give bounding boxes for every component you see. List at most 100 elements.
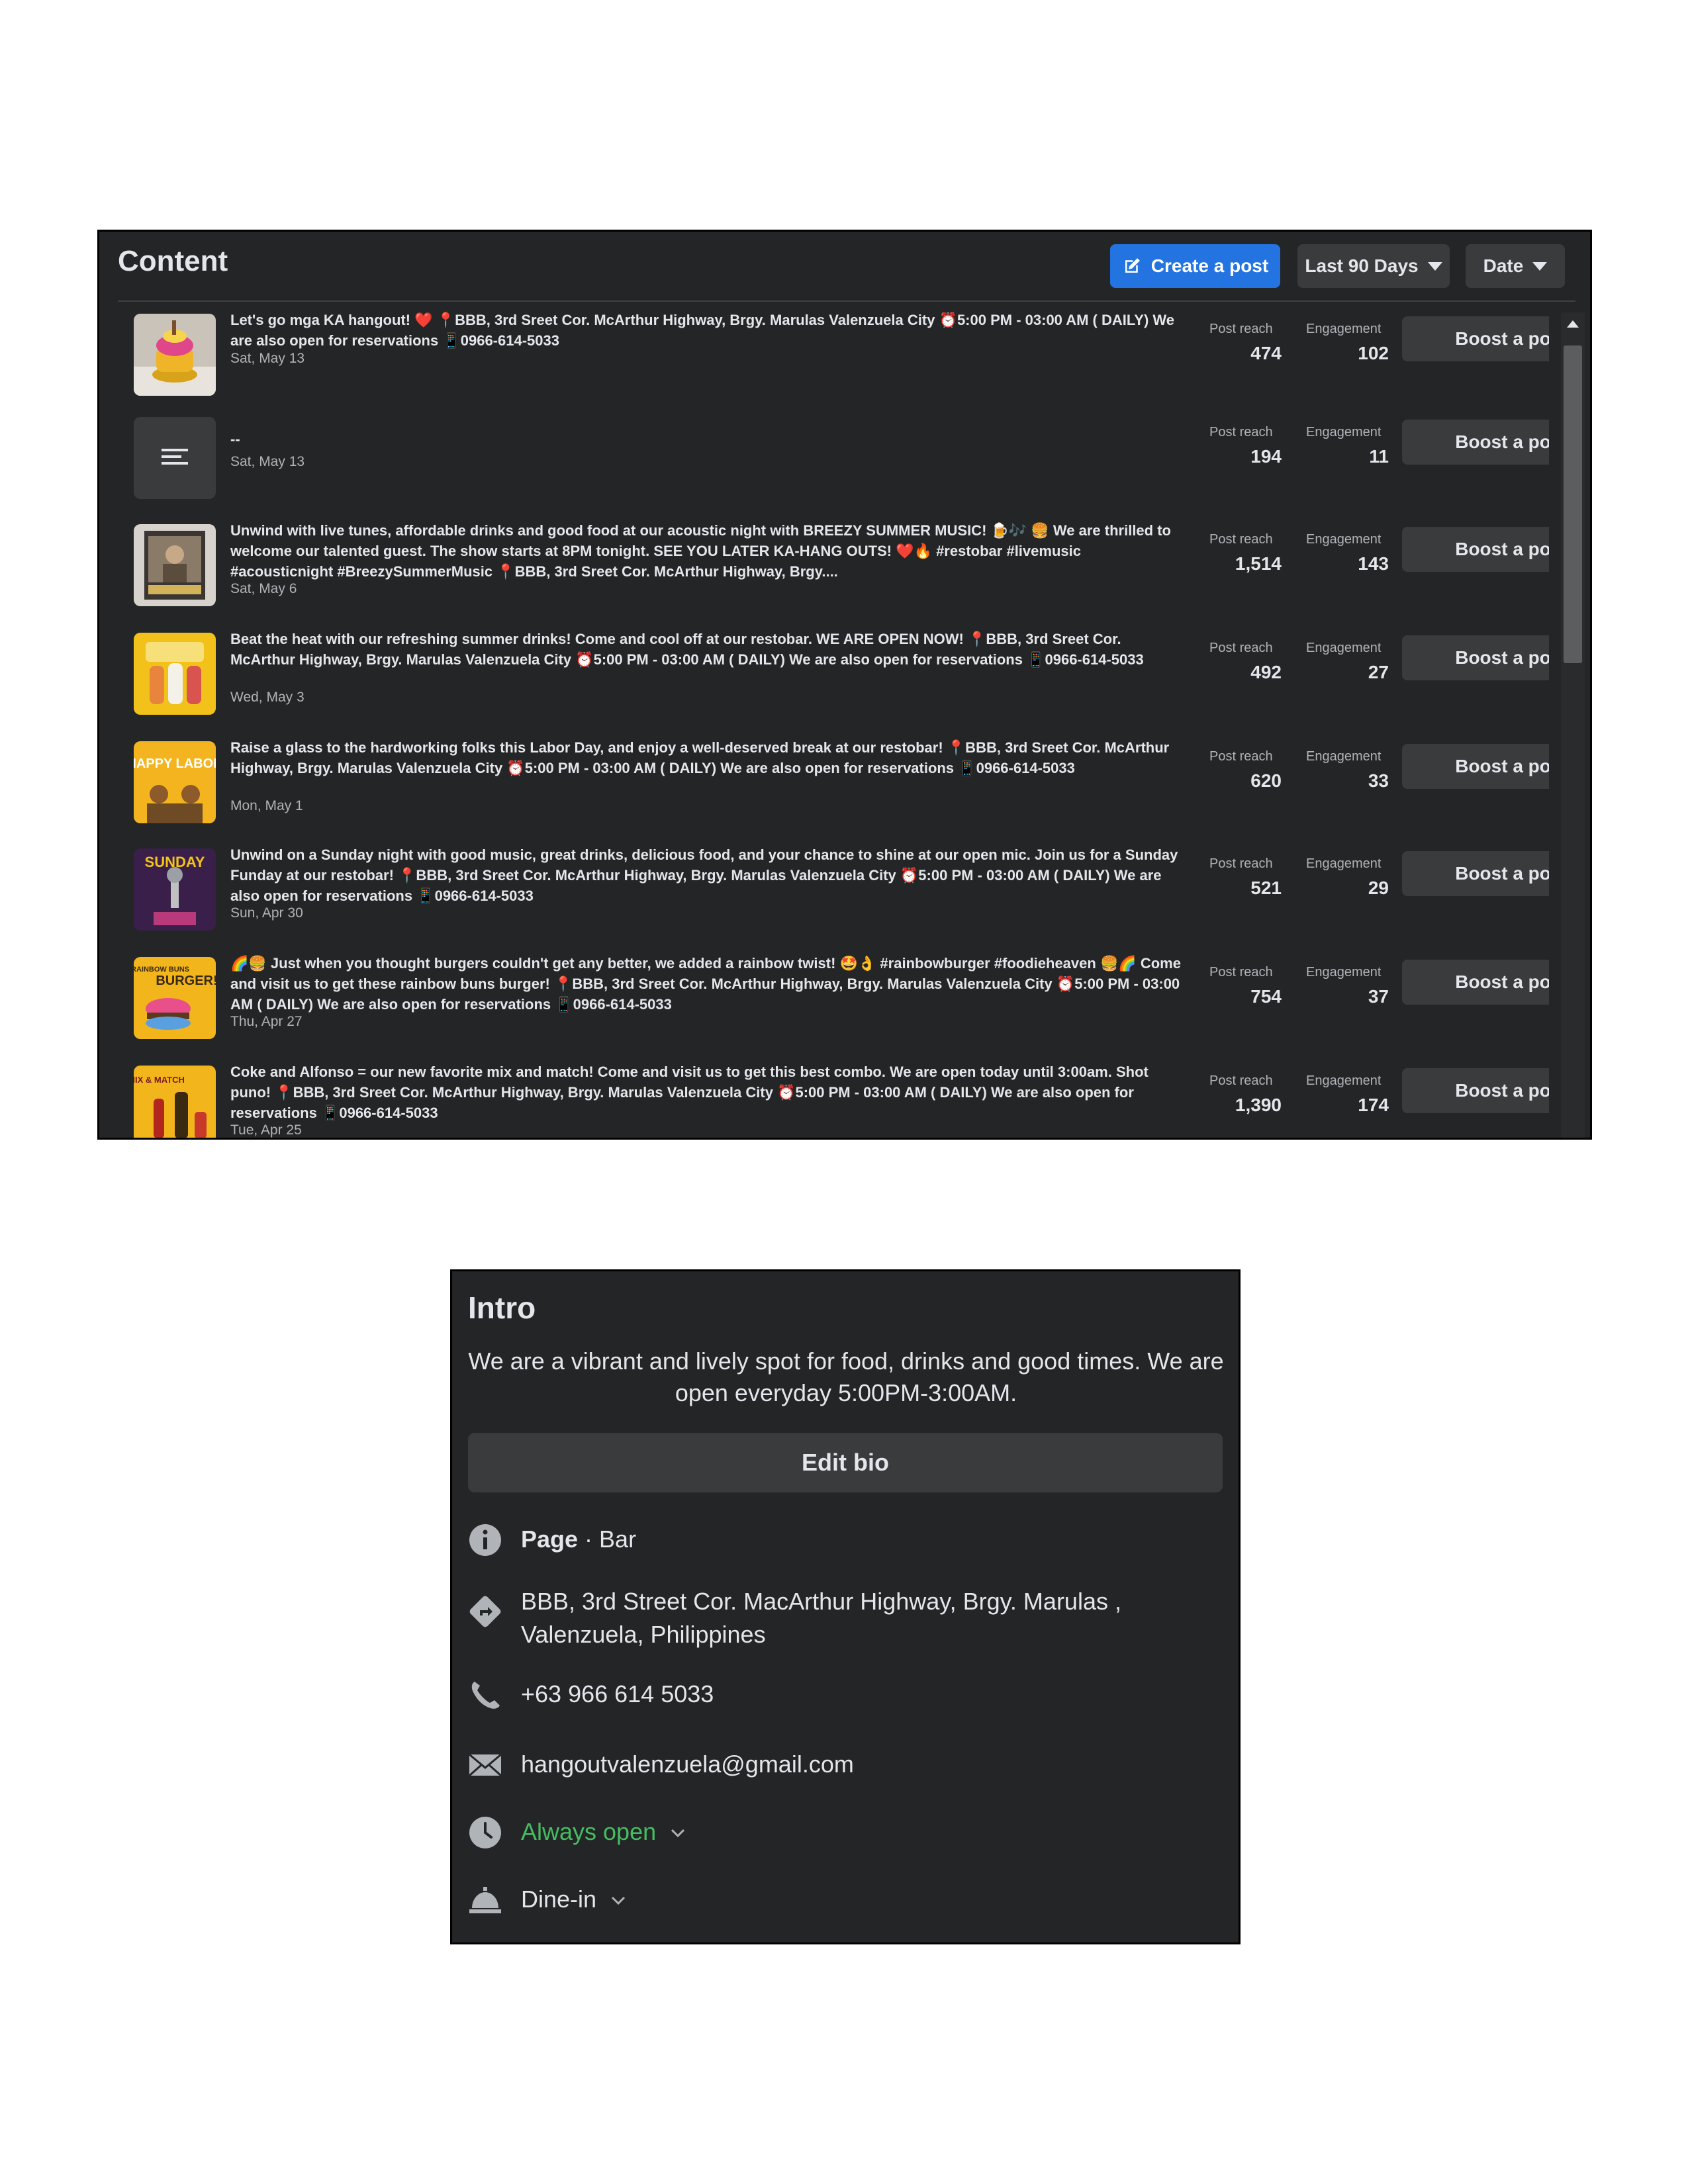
post-thumbnail[interactable]: MIX & MATCH <box>134 1066 216 1138</box>
boost-post-button[interactable]: Boost a post <box>1402 744 1549 789</box>
boost-post-button[interactable]: Boost a post <box>1402 635 1549 680</box>
post-text: Unwind on a Sunday night with good music… <box>230 846 1178 904</box>
post-reach-label: Post reach <box>1209 532 1273 547</box>
info-icon <box>469 1524 501 1556</box>
post-row[interactable]: Let's go mga KA hangout! ❤️ 📍BBB, 3rd Sr… <box>99 308 1549 416</box>
engagement-label: Engagement <box>1306 965 1382 979</box>
post-reach-value: 620 <box>1250 770 1282 791</box>
directions-icon <box>469 1596 501 1627</box>
caret-down-icon <box>1532 261 1548 271</box>
engagement-label: Engagement <box>1306 749 1382 764</box>
thumbnail-caption: MIX & MATCH <box>134 1075 185 1085</box>
caret-down-icon <box>1427 261 1442 271</box>
chevron-down-icon[interactable] <box>611 1896 626 1905</box>
edit-bio-button[interactable]: Edit bio <box>468 1433 1223 1492</box>
scrollbar[interactable] <box>1561 312 1585 1138</box>
intro-email-text[interactable]: hangoutvalenzuela@gmail.com <box>521 1748 1209 1781</box>
phone-icon <box>471 1682 500 1709</box>
post-reach-value: 194 <box>1250 446 1282 467</box>
post-reach-value: 1,390 <box>1235 1095 1282 1115</box>
post-date: Wed, May 3 <box>230 690 305 705</box>
post-row[interactable]: MIX & MATCH Coke and Alfonso = our new f… <box>99 1060 1549 1138</box>
post-row[interactable]: RAINBOW BUNS BURGER! 🌈🍔 Just when you th… <box>99 952 1549 1060</box>
post-thumbnail[interactable]: HAPPY LABOR <box>134 741 216 823</box>
engagement-value: 174 <box>1358 1095 1389 1115</box>
boost-post-button[interactable]: Boost a post <box>1402 420 1549 465</box>
post-thumbnail[interactable]: RAINBOW BUNS BURGER! <box>134 957 216 1039</box>
post-date: Thu, Apr 27 <box>230 1014 303 1029</box>
post-row[interactable]: SUNDAY Unwind on a Sunday night with goo… <box>99 843 1549 951</box>
sort-select[interactable]: Date <box>1466 244 1565 288</box>
post-text: Raise a glass to the hardworking folks t… <box>230 739 1170 776</box>
post-reach-value: 492 <box>1250 662 1282 682</box>
create-post-button[interactable]: Create a post <box>1110 244 1280 288</box>
intro-service-text[interactable]: Dine-in <box>521 1883 1209 1916</box>
engagement-value: 37 <box>1368 986 1389 1007</box>
engagement-label: Engagement <box>1306 1073 1382 1088</box>
engagement-value: 27 <box>1368 662 1389 682</box>
post-reach-label: Post reach <box>1209 322 1273 336</box>
boost-post-button[interactable]: Boost a post <box>1402 316 1549 361</box>
thumbnail-caption: BURGER! <box>156 974 216 988</box>
post-reach-label: Post reach <box>1209 1073 1273 1088</box>
post-reach-label: Post reach <box>1209 641 1273 655</box>
bell-service-icon <box>469 1887 501 1913</box>
hours-value: Always open <box>521 1818 657 1845</box>
content-panel: Content Create a post Last 90 Days Date <box>97 230 1592 1140</box>
thumbnail-caption: RAINBOW BUNS <box>134 966 189 974</box>
post-row[interactable]: HAPPY LABOR Raise a glass to the hardwor… <box>99 736 1549 844</box>
boost-post-button[interactable]: Boost a post <box>1402 960 1549 1005</box>
post-text: Coke and Alfonso = our new favorite mix … <box>230 1064 1149 1121</box>
intro-title: Intro <box>468 1291 536 1325</box>
content-header: Content Create a post Last 90 Days Date <box>99 232 1590 298</box>
engagement-label: Engagement <box>1306 322 1382 336</box>
post-text: -- <box>230 431 240 447</box>
post-text: Beat the heat with our refreshing summer… <box>230 631 1144 668</box>
post-thumbnail[interactable] <box>134 314 216 396</box>
date-range-label: Last 90 Days <box>1305 255 1419 276</box>
post-date: Sat, May 13 <box>230 454 305 469</box>
post-reach-value: 1,514 <box>1235 553 1282 574</box>
post-list: Let's go mga KA hangout! ❤️ 📍BBB, 3rd Sr… <box>99 308 1549 1138</box>
text-post-icon <box>162 449 188 465</box>
post-date: Sat, May 6 <box>230 581 297 596</box>
scroll-up-arrow[interactable] <box>1567 320 1579 328</box>
post-reach-label: Post reach <box>1209 856 1273 871</box>
post-reach-value: 754 <box>1250 986 1282 1007</box>
scroll-thumb[interactable] <box>1564 345 1582 663</box>
post-thumbnail[interactable] <box>134 633 216 715</box>
intro-phone-text[interactable]: +63 966 614 5033 <box>521 1678 1209 1711</box>
post-row[interactable]: Unwind with live tunes, affordable drink… <box>99 519 1549 627</box>
intro-bio: We are a vibrant and lively spot for foo… <box>468 1347 1224 1406</box>
post-thumbnail[interactable] <box>134 417 216 499</box>
intro-category-text: Page · Bar <box>521 1523 1209 1556</box>
chevron-down-icon[interactable] <box>671 1829 685 1838</box>
engagement-value: 33 <box>1368 770 1389 791</box>
boost-post-button[interactable]: Boost a post <box>1402 527 1549 572</box>
post-date: Mon, May 1 <box>230 798 303 813</box>
engagement-label: Engagement <box>1306 641 1382 655</box>
post-date: Sat, May 13 <box>230 351 305 366</box>
post-row[interactable]: Beat the heat with our refreshing summer… <box>99 627 1549 735</box>
post-thumbnail[interactable] <box>134 524 216 606</box>
intro-hours-text[interactable]: Always open <box>521 1815 1209 1848</box>
engagement-value: 102 <box>1358 343 1389 363</box>
boost-post-button[interactable]: Boost a post <box>1402 851 1549 896</box>
post-text: Unwind with live tunes, affordable drink… <box>230 522 1171 580</box>
sort-label: Date <box>1483 255 1524 276</box>
post-reach-value: 521 <box>1250 878 1282 898</box>
post-date: Sun, Apr 30 <box>230 905 303 921</box>
post-date: Tue, Apr 25 <box>230 1122 302 1138</box>
engagement-value: 29 <box>1368 878 1389 898</box>
post-thumbnail[interactable]: SUNDAY <box>134 848 216 931</box>
engagement-label: Engagement <box>1306 425 1382 439</box>
intro-address-text[interactable]: BBB, 3rd Street Cor. MacArthur Highway, … <box>521 1585 1209 1651</box>
post-reach-label: Post reach <box>1209 965 1273 979</box>
engagement-label: Engagement <box>1306 856 1382 871</box>
post-reach-label: Post reach <box>1209 749 1273 764</box>
post-reach-value: 474 <box>1250 343 1282 363</box>
post-row[interactable]: -- Sat, May 13 Post reach Engagement 194… <box>99 412 1549 520</box>
date-range-select[interactable]: Last 90 Days <box>1297 244 1450 288</box>
post-text: 🌈🍔 Just when you thought burgers couldn'… <box>230 955 1181 1013</box>
boost-post-button[interactable]: Boost a post <box>1402 1068 1549 1113</box>
